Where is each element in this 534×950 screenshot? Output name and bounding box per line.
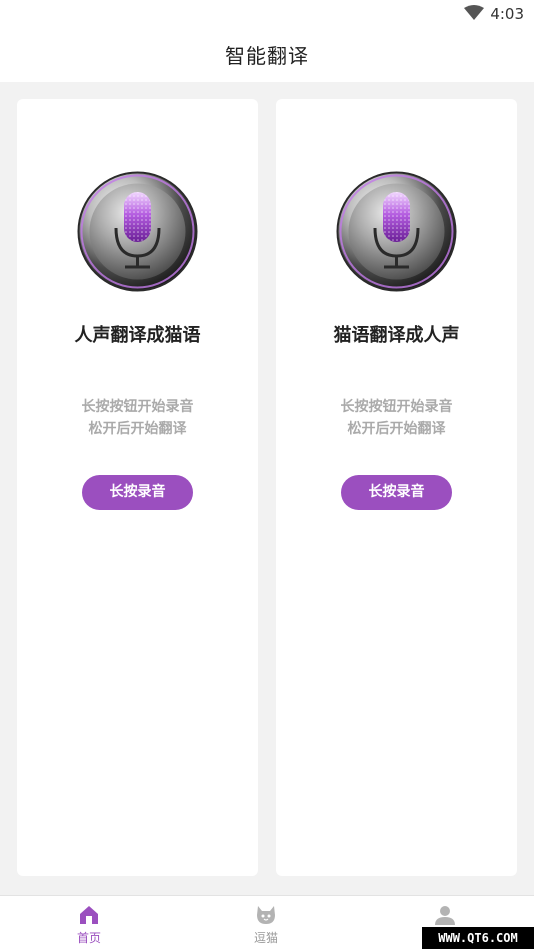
app-header: 智能翻译 <box>0 28 534 82</box>
voice-to-cat-card: 人声翻译成猫语 长按按钮开始录音 松开后开始翻译 长按录音 <box>17 99 258 876</box>
tab-tease-cat-label: 逗猫 <box>253 931 278 945</box>
tab-home-label: 首页 <box>76 931 101 945</box>
hold-to-record-button[interactable]: 长按录音 <box>341 475 452 510</box>
home-icon <box>80 906 98 924</box>
watermark: WWW.QT6.COM <box>422 927 534 949</box>
hint-text-line2: 松开后开始翻译 <box>88 421 187 437</box>
tab-home[interactable]: 首页 <box>49 900 129 948</box>
status-time: 4:03 <box>490 5 524 23</box>
microphone-icon[interactable] <box>335 170 458 293</box>
user-icon <box>435 906 455 925</box>
cat-face-icon <box>257 906 275 924</box>
wifi-icon <box>464 5 484 20</box>
tab-tease-cat[interactable]: 逗猫 <box>226 900 306 948</box>
hold-to-record-button[interactable]: 长按录音 <box>82 475 193 510</box>
hint-text-line1: 长按按钮开始录音 <box>340 399 453 415</box>
card-title: 人声翻译成猫语 <box>74 325 201 346</box>
cat-to-voice-card: 猫语翻译成人声 长按按钮开始录音 松开后开始翻译 长按录音 <box>276 99 517 876</box>
hint-text-line2: 松开后开始翻译 <box>347 421 446 437</box>
card-title: 猫语翻译成人声 <box>333 325 460 346</box>
hint-text-line1: 长按按钮开始录音 <box>81 399 194 415</box>
microphone-icon[interactable] <box>76 170 199 293</box>
status-bar: 4:03 <box>0 0 534 28</box>
page-title: 智能翻译 <box>225 44 309 68</box>
